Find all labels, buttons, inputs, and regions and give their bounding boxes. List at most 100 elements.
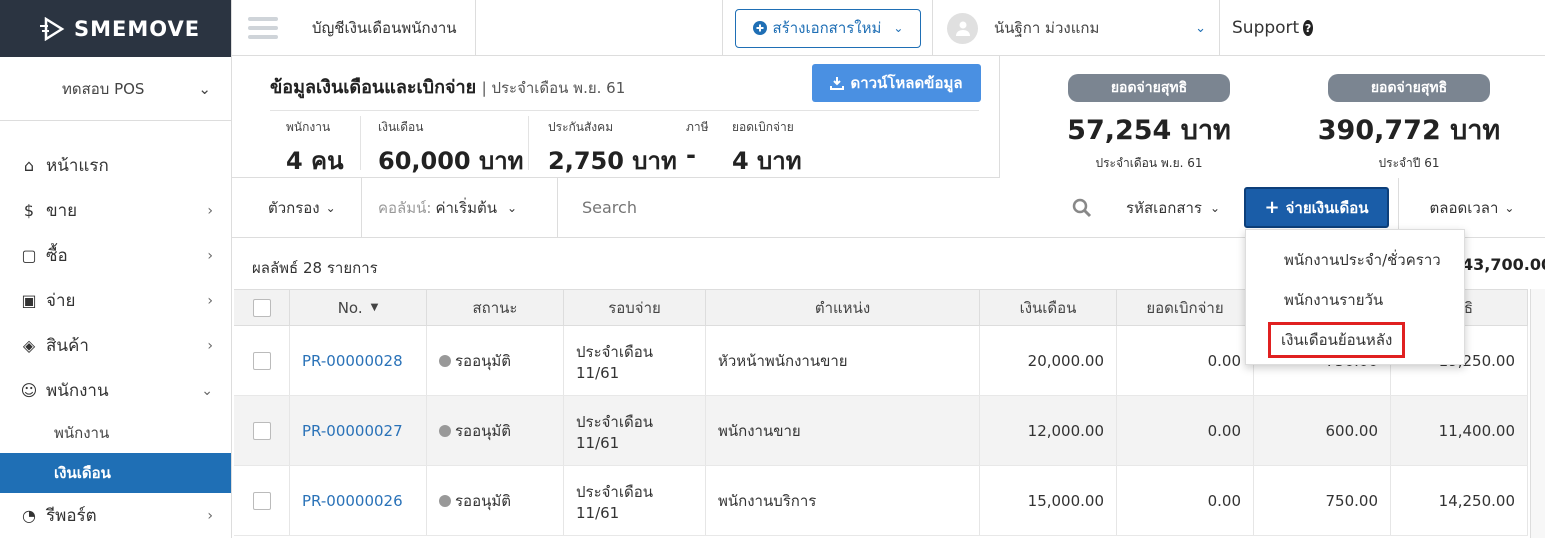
columns-value: ค่าเริ่มต้น <box>435 198 497 217</box>
net-pay-pill: ยอดจ่ายสุทธิ <box>1068 74 1230 102</box>
doc-number-link[interactable]: PR-00000028 <box>290 326 427 395</box>
dollar-icon: $ <box>23 201 35 220</box>
hamburger-menu-icon[interactable] <box>232 0 294 56</box>
menu-item-daily-employees[interactable]: พนักงานรายวัน <box>1246 280 1464 320</box>
chevron-down-icon: ⌄ <box>325 200 336 215</box>
stat-value: 4 บาท <box>732 147 802 175</box>
doc-number-link[interactable]: PR-00000026 <box>290 466 427 535</box>
filter-dropdown[interactable]: ตัวกรอง ⌄ <box>232 177 362 238</box>
doc-number-link[interactable]: PR-00000027 <box>290 396 427 465</box>
stat-value: - <box>686 141 696 169</box>
plus-circle-icon <box>752 21 767 35</box>
search-box <box>558 178 1092 238</box>
create-doc-wrap: สร้างเอกสารใหม่ ⌄ <box>722 0 933 56</box>
search-input[interactable] <box>582 198 1042 217</box>
stat-value: 4 คน <box>286 147 344 175</box>
col-advance[interactable]: ยอดเบิกจ่าย <box>1117 290 1254 325</box>
stat-label: เงินเดือน <box>378 120 424 134</box>
sidebar-item-pay[interactable]: ▣ จ่าย › <box>0 278 231 323</box>
status-badge: รออนุมัติ <box>455 491 511 510</box>
summary-period: ประจำเดือน พ.ย. 61 <box>491 79 626 97</box>
row-checkbox[interactable] <box>252 421 271 440</box>
net-cell: 14,250.00 <box>1391 466 1528 535</box>
breadcrumb: บัญชีเงินเดือนพนักงาน <box>294 0 476 56</box>
clipboard-icon: ▢ <box>21 246 37 265</box>
download-data-button[interactable]: ดาวน์โหลดข้อมูล <box>812 64 981 102</box>
tax-cell: 600.00 <box>1254 396 1391 465</box>
report-icon: ◔ <box>22 506 36 525</box>
table-row[interactable]: PR-00000027 รออนุมัติ ประจำเดือน 11/61 พ… <box>234 396 1528 466</box>
sidebar-item-products[interactable]: ◈ สินค้า › <box>0 323 231 368</box>
sidebar-item-employees[interactable]: ☺ พนักงาน ⌄ <box>0 368 231 413</box>
chevron-down-icon: ⌄ <box>893 21 904 35</box>
stat-social-security: ประกันสังคม 2,750 บาท <box>548 118 677 180</box>
net-pay-year: ยอดจ่ายสุทธิ 390,772 บาท ประจำปี 61 <box>1292 74 1526 173</box>
round-cell: ประจำเดือน 11/61 <box>564 466 706 535</box>
chevron-right-icon: › <box>207 337 213 354</box>
row-checkbox[interactable] <box>252 491 271 510</box>
sidebar-item-purchase[interactable]: ▢ ซื้อ › <box>0 233 231 278</box>
position-cell: พนักงานขาย <box>706 396 980 465</box>
doc-code-label: รหัสเอกสาร <box>1126 199 1202 217</box>
sidebar: SMEMOVE ทดสอบ POS ⌄ ⌂ หน้าแรก $ ขาย › ▢ … <box>0 0 232 538</box>
sidebar-item-home[interactable]: ⌂ หน้าแรก <box>0 143 231 188</box>
col-position[interactable]: ตำแหน่ง <box>706 290 980 325</box>
net-pay-value: 57,254 บาท <box>1067 115 1231 146</box>
sidebar-item-sales[interactable]: $ ขาย › <box>0 188 231 233</box>
question-icon: ? <box>1303 20 1313 36</box>
table-row[interactable]: PR-00000026 รออนุมัติ ประจำเดือน 11/61 พ… <box>234 466 1528 536</box>
brand-logo[interactable]: SMEMOVE <box>0 0 231 57</box>
home-icon: ⌂ <box>23 156 35 175</box>
logo-arrow-icon <box>40 16 65 41</box>
chevron-down-icon: ⌄ <box>1209 201 1221 215</box>
row-select-cell <box>234 326 290 395</box>
status-cell: รออนุมัติ <box>427 466 564 535</box>
status-dot-icon <box>439 354 451 367</box>
status-cell: รออนุมัติ <box>427 396 564 465</box>
chevron-right-icon: › <box>207 507 213 524</box>
round-cell: ประจำเดือน 11/61 <box>564 326 706 395</box>
sidebar-item-report[interactable]: ◔ รีพอร์ต › <box>0 493 231 538</box>
sidebar-subitem-salary[interactable]: เงินเดือน <box>0 453 231 493</box>
pay-salary-button[interactable]: + จ่ายเงินเดือน <box>1244 187 1389 228</box>
sidebar-item-label: รีพอร์ต <box>46 506 97 526</box>
stat-label: ประกันสังคม <box>548 120 614 134</box>
row-checkbox[interactable] <box>252 351 271 370</box>
net-cell: 11,400.00 <box>1391 396 1528 465</box>
user-avatar-icon <box>955 21 970 36</box>
stat-label: ยอดเบิกจ่าย <box>732 120 794 134</box>
col-status[interactable]: สถานะ <box>427 290 564 325</box>
doc-code-dropdown[interactable]: รหัสเอกสาร ⌄ <box>1126 178 1220 238</box>
user-menu[interactable]: นันฐิกา ม่วงแกม ⌄ <box>932 0 1220 56</box>
brand-name: SMEMOVE <box>74 16 201 41</box>
chevron-right-icon: › <box>207 247 213 264</box>
menu-item-regular-employees[interactable]: พนักงานประจำ/ชั่วคราว <box>1246 240 1464 280</box>
title-separator: | <box>481 79 492 97</box>
columns-dropdown[interactable]: คอลัมน์: ค่าเริ่มต้น ⌄ <box>362 177 558 238</box>
col-round[interactable]: รอบจ่าย <box>564 290 706 325</box>
menu-item-retro-salary[interactable]: เงินเดือนย้อนหลัง <box>1246 320 1464 360</box>
col-salary[interactable]: เงินเดือน <box>980 290 1117 325</box>
chevron-right-icon: › <box>207 292 213 309</box>
salary-summary: ข้อมูลเงินเดือนและเบิกจ่าย | ประจำเดือน … <box>232 56 1000 178</box>
create-document-button[interactable]: สร้างเอกสารใหม่ ⌄ <box>735 8 921 48</box>
stat-tax: ภาษี - <box>686 118 709 169</box>
chevron-down-icon: ⌄ <box>201 382 213 399</box>
support-link[interactable]: Support ? <box>1219 0 1313 56</box>
advance-cell: 0.00 <box>1117 466 1254 535</box>
vertical-scrollbar[interactable] <box>1530 289 1545 538</box>
col-no-label: No. <box>337 298 363 317</box>
status-badge: รออนุมัติ <box>455 351 511 370</box>
sidebar-subitem-employees[interactable]: พนักงาน <box>0 413 231 453</box>
col-no[interactable]: No. ▼ <box>290 290 427 325</box>
select-all-checkbox[interactable] <box>252 298 271 317</box>
search-icon[interactable] <box>1072 198 1092 218</box>
advance-cell: 0.00 <box>1117 326 1254 395</box>
summary-divider <box>270 110 979 111</box>
net-pay-sub: ประจำเดือน พ.ย. 61 <box>1095 156 1203 170</box>
company-selector[interactable]: ทดสอบ POS ⌄ <box>0 57 231 121</box>
results-total: 43,700.00 <box>1462 255 1545 274</box>
chevron-right-icon: › <box>207 202 213 219</box>
company-name: ทดสอบ POS <box>62 79 145 98</box>
pay-salary-label: จ่ายเงินเดือน <box>1285 198 1369 217</box>
